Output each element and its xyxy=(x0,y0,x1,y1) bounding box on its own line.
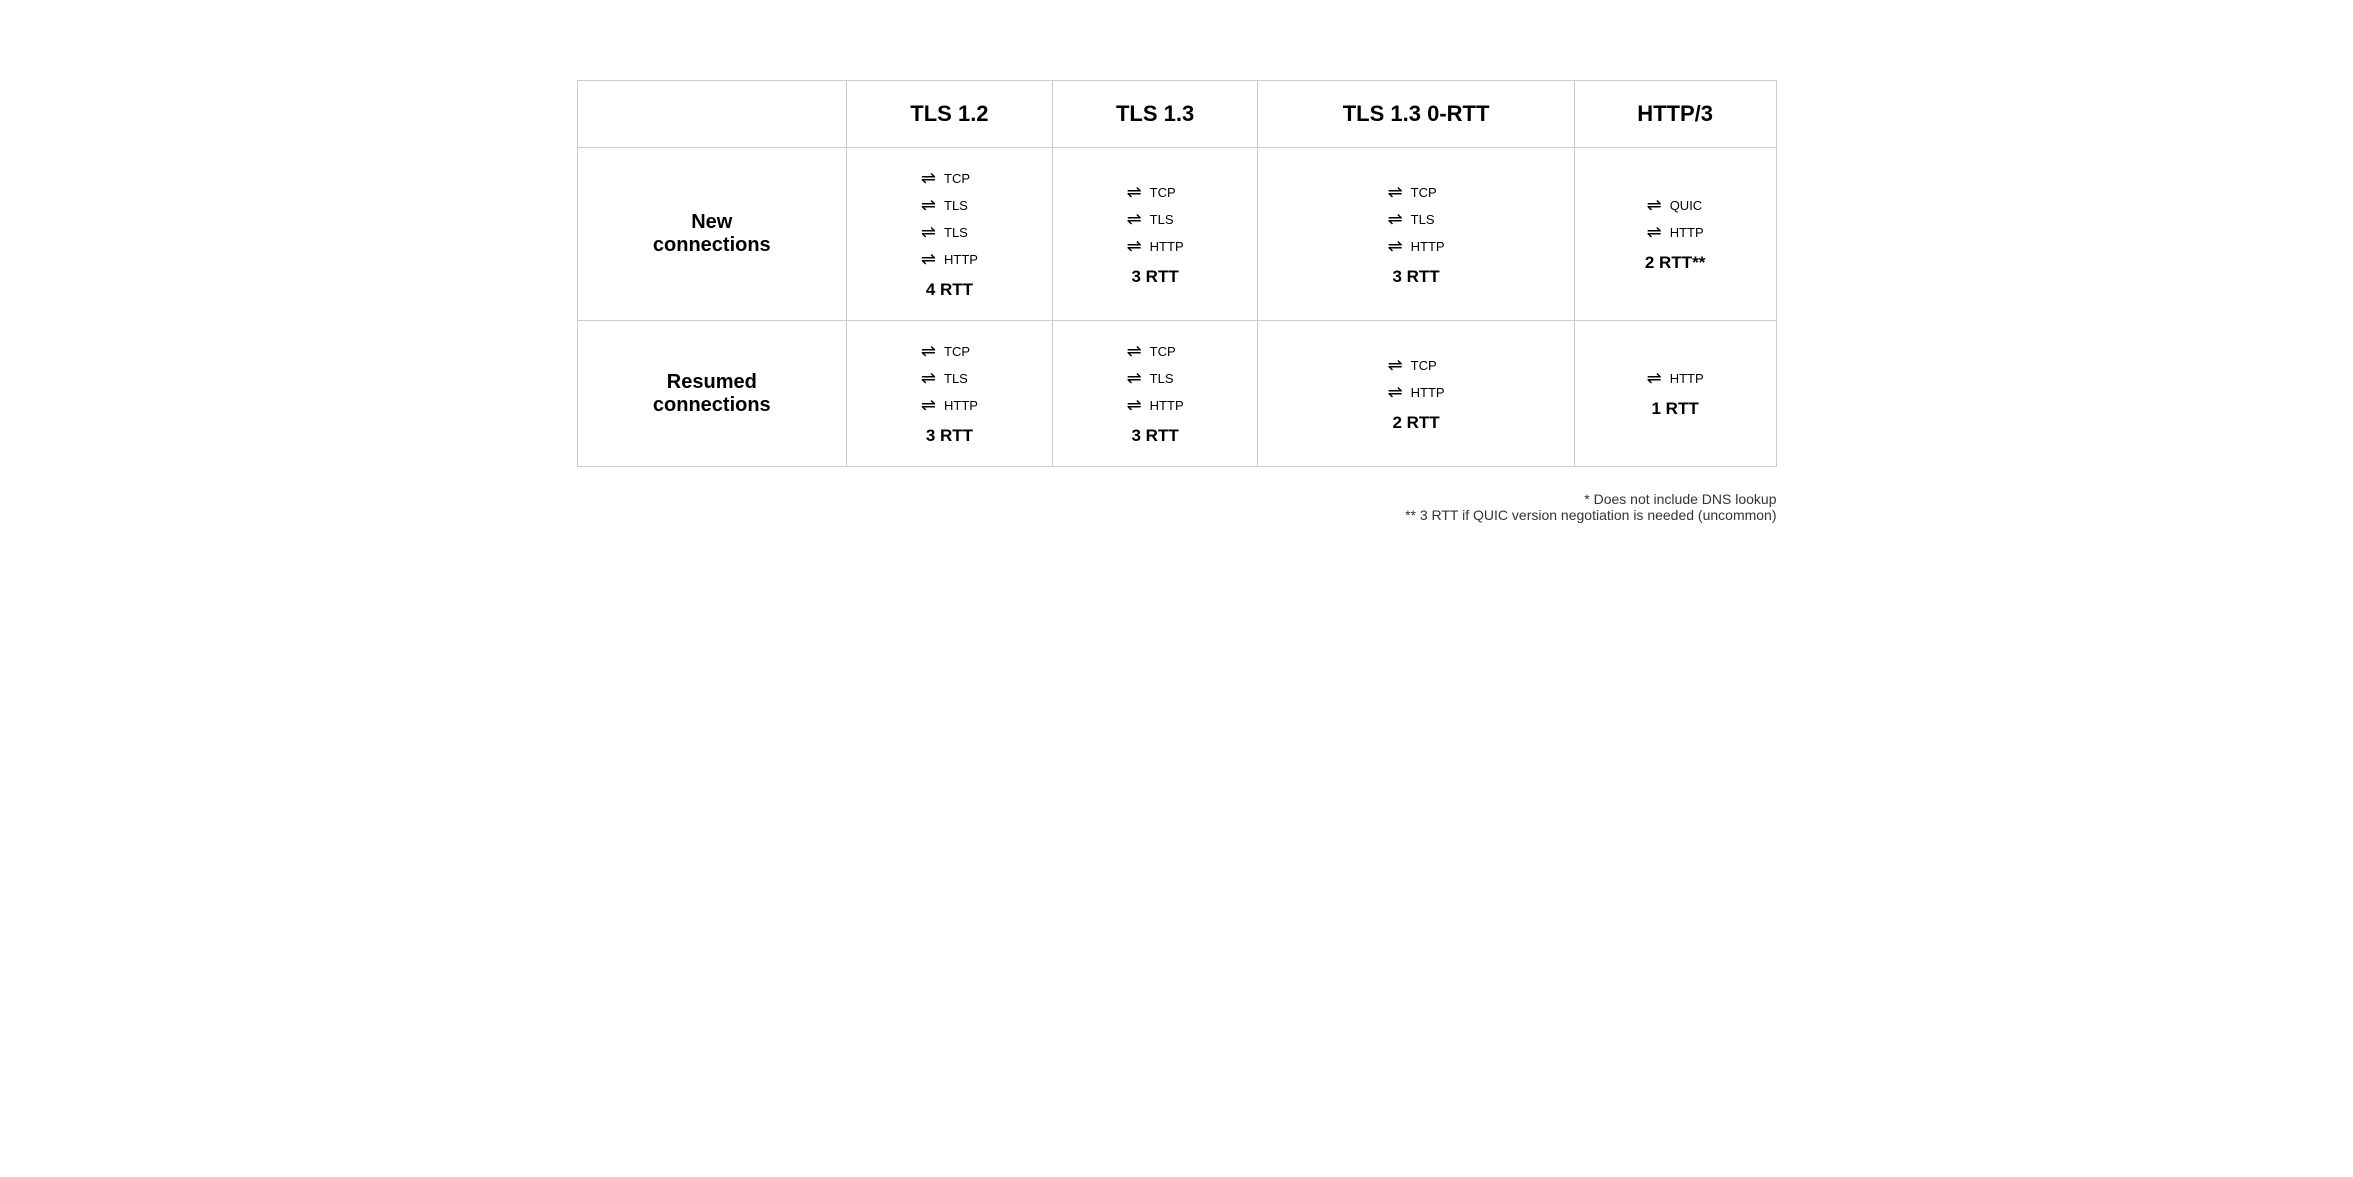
protocol-label: TLS xyxy=(944,225,968,240)
protocol-label: TCP xyxy=(944,344,970,359)
protocol-label: TCP xyxy=(1150,344,1176,359)
row-label-1: Resumedconnections xyxy=(577,321,847,467)
protocol-label: TLS xyxy=(1411,212,1435,227)
comparison-table: TLS 1.2TLS 1.3TLS 1.3 0-RTTHTTP/3 Newcon… xyxy=(577,80,1777,467)
row-label-0: Newconnections xyxy=(577,148,847,321)
header-row: TLS 1.2TLS 1.3TLS 1.3 0-RTTHTTP/3 xyxy=(577,81,1776,148)
protocol-label: HTTP xyxy=(944,398,978,413)
bidirectional-arrow-icon: ⇌ xyxy=(921,341,936,362)
bidirectional-arrow-icon: ⇌ xyxy=(1127,341,1142,362)
bidirectional-arrow-icon: ⇌ xyxy=(1127,182,1142,203)
rtt-label: 3 RTT xyxy=(1077,426,1234,446)
col-header-tls-1-2: TLS 1.2 xyxy=(847,81,1053,148)
protocol-label: HTTP xyxy=(1411,239,1445,254)
protocol-label: TCP xyxy=(1150,185,1176,200)
footnote: ** 3 RTT if QUIC version negotiation is … xyxy=(577,507,1777,523)
bidirectional-arrow-icon: ⇌ xyxy=(1127,395,1142,416)
rtt-label: 3 RTT xyxy=(871,426,1028,446)
col-header-tls-1-3-0-rtt: TLS 1.3 0-RTT xyxy=(1258,81,1574,148)
col-header-http-3: HTTP/3 xyxy=(1574,81,1776,148)
cell-r1-c3: ⇌ HTTP 1 RTT xyxy=(1574,321,1776,467)
bidirectional-arrow-icon: ⇌ xyxy=(1127,368,1142,389)
rtt-label: 1 RTT xyxy=(1599,399,1752,419)
footnote: * Does not include DNS lookup xyxy=(577,491,1777,507)
protocol-label: TCP xyxy=(944,171,970,186)
table-row-1: Resumedconnections ⇌ TCP ⇌ TLS ⇌ HTTP 3 RTT ⇌ TCP… xyxy=(577,321,1776,467)
protocol-label: HTTP xyxy=(1411,385,1445,400)
cell-r1-c2: ⇌ TCP ⇌ HTTP 2 RTT xyxy=(1258,321,1574,467)
bidirectional-arrow-icon: ⇌ xyxy=(1388,236,1403,257)
bidirectional-arrow-icon: ⇌ xyxy=(921,368,936,389)
protocol-label: TLS xyxy=(1150,371,1174,386)
protocol-label: HTTP xyxy=(1150,239,1184,254)
protocol-label: TLS xyxy=(944,198,968,213)
bidirectional-arrow-icon: ⇌ xyxy=(1647,195,1662,216)
bidirectional-arrow-icon: ⇌ xyxy=(1647,368,1662,389)
bidirectional-arrow-icon: ⇌ xyxy=(1127,209,1142,230)
cell-r0-c2: ⇌ TCP ⇌ TLS ⇌ HTTP 3 RTT xyxy=(1258,148,1574,321)
empty-header xyxy=(577,81,847,148)
rtt-label: 2 RTT xyxy=(1282,413,1549,433)
rtt-label: 2 RTT** xyxy=(1599,253,1752,273)
footnotes: * Does not include DNS lookup** 3 RTT if… xyxy=(577,491,1777,523)
bidirectional-arrow-icon: ⇌ xyxy=(1388,382,1403,403)
cell-r0-c0: ⇌ TCP ⇌ TLS ⇌ TLS ⇌ HTTP 4 RTT xyxy=(847,148,1053,321)
protocol-label: HTTP xyxy=(1670,225,1704,240)
cell-r1-c1: ⇌ TCP ⇌ TLS ⇌ HTTP 3 RTT xyxy=(1052,321,1258,467)
bidirectional-arrow-icon: ⇌ xyxy=(921,222,936,243)
protocol-label: QUIC xyxy=(1670,198,1703,213)
protocol-label: TCP xyxy=(1411,358,1437,373)
bidirectional-arrow-icon: ⇌ xyxy=(921,395,936,416)
protocol-label: TCP xyxy=(1411,185,1437,200)
bidirectional-arrow-icon: ⇌ xyxy=(1647,222,1662,243)
bidirectional-arrow-icon: ⇌ xyxy=(921,168,936,189)
bidirectional-arrow-icon: ⇌ xyxy=(1388,182,1403,203)
protocol-label: HTTP xyxy=(944,252,978,267)
rtt-label: 3 RTT xyxy=(1282,267,1549,287)
protocol-label: HTTP xyxy=(1670,371,1704,386)
cell-r0-c3: ⇌ QUIC ⇌ HTTP 2 RTT** xyxy=(1574,148,1776,321)
bidirectional-arrow-icon: ⇌ xyxy=(1388,355,1403,376)
rtt-label: 4 RTT xyxy=(871,280,1028,300)
protocol-label: TLS xyxy=(1150,212,1174,227)
bidirectional-arrow-icon: ⇌ xyxy=(1388,209,1403,230)
col-header-tls-1-3: TLS 1.3 xyxy=(1052,81,1258,148)
table-row-0: Newconnections ⇌ TCP ⇌ TLS ⇌ TLS ⇌ HTTP 4 RTT ⇌ TCP… xyxy=(577,148,1776,321)
bidirectional-arrow-icon: ⇌ xyxy=(921,249,936,270)
bidirectional-arrow-icon: ⇌ xyxy=(921,195,936,216)
bidirectional-arrow-icon: ⇌ xyxy=(1127,236,1142,257)
cell-r0-c1: ⇌ TCP ⇌ TLS ⇌ HTTP 3 RTT xyxy=(1052,148,1258,321)
rtt-label: 3 RTT xyxy=(1077,267,1234,287)
protocol-label: HTTP xyxy=(1150,398,1184,413)
cell-r1-c0: ⇌ TCP ⇌ TLS ⇌ HTTP 3 RTT xyxy=(847,321,1053,467)
protocol-label: TLS xyxy=(944,371,968,386)
